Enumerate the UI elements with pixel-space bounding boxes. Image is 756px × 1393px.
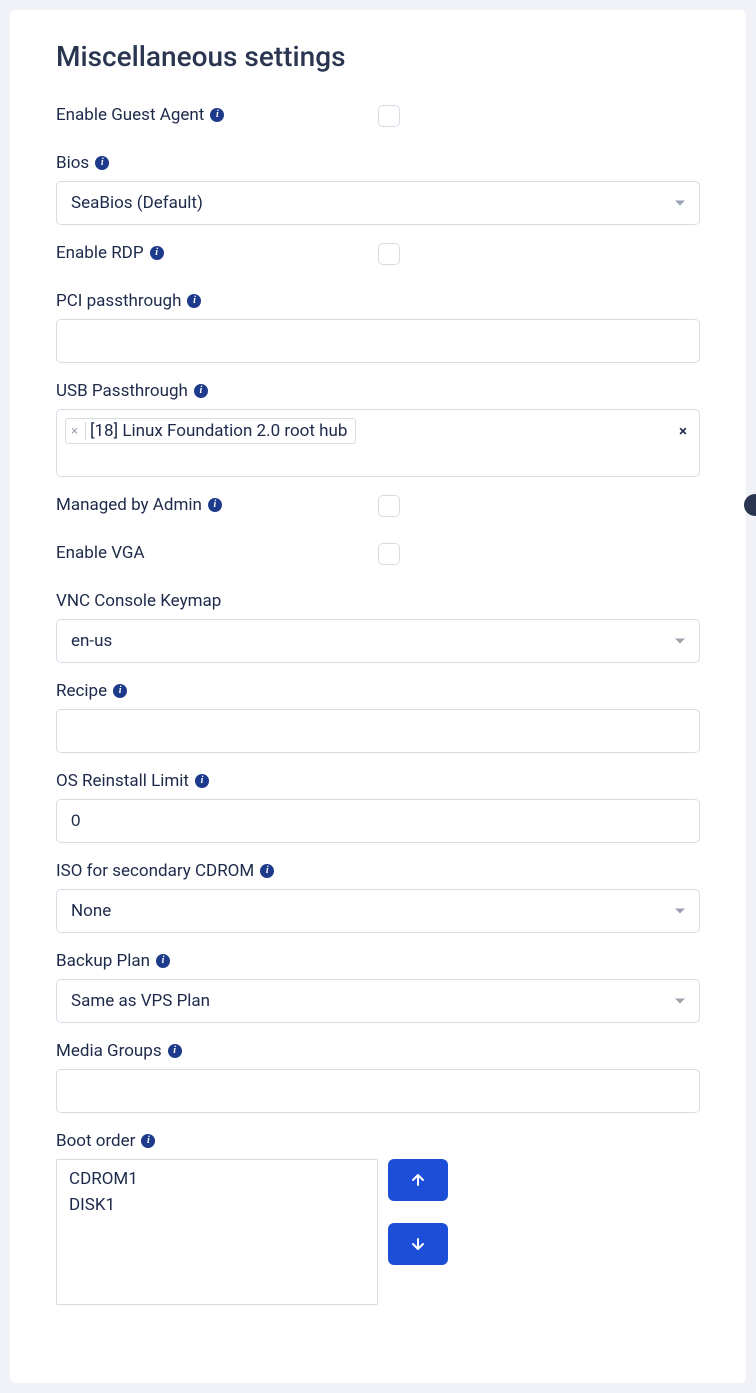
- media-label-text: Media Groups: [56, 1041, 162, 1061]
- chevron-down-icon: [675, 201, 685, 206]
- vnc-label-text: VNC Console Keymap: [56, 591, 221, 611]
- reinstall-label: OS Reinstall Limit i: [56, 771, 700, 791]
- bios-select-value: SeaBios (Default): [71, 193, 203, 213]
- pci-label-text: PCI passthrough: [56, 291, 181, 311]
- field-recipe: Recipe i: [56, 681, 700, 753]
- field-usb: USB Passthrough i × [18] Linux Foundatio…: [56, 381, 700, 477]
- boot-buttons: [388, 1159, 448, 1265]
- info-icon[interactable]: i: [210, 108, 224, 122]
- recipe-label: Recipe i: [56, 681, 700, 701]
- vnc-select-value: en-us: [71, 631, 112, 651]
- reinstall-label-text: OS Reinstall Limit: [56, 771, 189, 791]
- boot-item[interactable]: CDROM1: [57, 1166, 377, 1192]
- move-up-button[interactable]: [388, 1159, 448, 1201]
- info-icon[interactable]: i: [260, 864, 274, 878]
- managed-label: Managed by Admin i: [56, 495, 378, 515]
- settings-card: Miscellaneous settings Enable Guest Agen…: [10, 10, 746, 1383]
- chevron-down-icon: [675, 909, 685, 914]
- reinstall-input[interactable]: [56, 799, 700, 843]
- boot-list[interactable]: CDROM1 DISK1: [56, 1159, 378, 1305]
- backup-select[interactable]: Same as VPS Plan: [56, 979, 700, 1023]
- usb-tag-text: [18] Linux Foundation 2.0 root hub: [90, 421, 347, 441]
- chevron-down-icon: [675, 999, 685, 1004]
- rdp-checkbox[interactable]: [378, 243, 400, 265]
- iso-label: ISO for secondary CDROM i: [56, 861, 700, 881]
- field-boot: Boot order i CDROM1 DISK1: [56, 1131, 700, 1305]
- chevron-down-icon: [675, 639, 685, 644]
- vnc-label: VNC Console Keymap: [56, 591, 700, 611]
- guest-agent-label: Enable Guest Agent i: [56, 105, 378, 125]
- iso-select[interactable]: None: [56, 889, 700, 933]
- backup-label: Backup Plan i: [56, 951, 700, 971]
- pci-input[interactable]: [56, 319, 700, 363]
- info-icon[interactable]: i: [150, 246, 164, 260]
- arrow-down-icon: [410, 1236, 426, 1252]
- media-input[interactable]: [56, 1069, 700, 1113]
- managed-checkbox[interactable]: [378, 495, 400, 517]
- field-guest-agent: Enable Guest Agent i: [56, 105, 700, 127]
- guest-agent-checkbox[interactable]: [378, 105, 400, 127]
- remove-tag-icon[interactable]: ×: [68, 422, 86, 440]
- vga-checkbox[interactable]: [378, 543, 400, 565]
- rdp-label-text: Enable RDP: [56, 243, 144, 263]
- iso-select-value: None: [71, 901, 111, 921]
- info-icon[interactable]: i: [208, 498, 222, 512]
- backup-select-value: Same as VPS Plan: [71, 991, 210, 1011]
- field-bios: Bios i SeaBios (Default): [56, 153, 700, 225]
- field-reinstall: OS Reinstall Limit i: [56, 771, 700, 843]
- boot-item[interactable]: DISK1: [57, 1192, 377, 1218]
- field-media: Media Groups i: [56, 1041, 700, 1113]
- usb-tag: × [18] Linux Foundation 2.0 root hub: [65, 418, 356, 444]
- boot-label: Boot order i: [56, 1131, 700, 1151]
- iso-label-text: ISO for secondary CDROM: [56, 861, 254, 881]
- bios-label: Bios i: [56, 153, 700, 173]
- move-down-button[interactable]: [388, 1223, 448, 1265]
- media-label: Media Groups i: [56, 1041, 700, 1061]
- pci-label: PCI passthrough i: [56, 291, 700, 311]
- recipe-input[interactable]: [56, 709, 700, 753]
- boot-label-text: Boot order: [56, 1131, 135, 1151]
- info-icon[interactable]: i: [95, 156, 109, 170]
- usb-label: USB Passthrough i: [56, 381, 700, 401]
- managed-label-text: Managed by Admin: [56, 495, 202, 515]
- field-iso: ISO for secondary CDROM i None: [56, 861, 700, 933]
- page-title: Miscellaneous settings: [56, 40, 700, 73]
- usb-multiselect[interactable]: × [18] Linux Foundation 2.0 root hub ×: [56, 409, 700, 477]
- info-icon[interactable]: i: [113, 684, 127, 698]
- recipe-label-text: Recipe: [56, 681, 107, 701]
- clear-all-icon[interactable]: ×: [679, 422, 687, 440]
- guest-agent-label-text: Enable Guest Agent: [56, 105, 204, 125]
- bios-select[interactable]: SeaBios (Default): [56, 181, 700, 225]
- info-icon[interactable]: i: [194, 384, 208, 398]
- field-rdp: Enable RDP i: [56, 243, 700, 265]
- info-icon[interactable]: i: [168, 1044, 182, 1058]
- info-icon[interactable]: i: [156, 954, 170, 968]
- field-pci: PCI passthrough i: [56, 291, 700, 363]
- backup-label-text: Backup Plan: [56, 951, 150, 971]
- vnc-select[interactable]: en-us: [56, 619, 700, 663]
- info-icon[interactable]: i: [187, 294, 201, 308]
- field-managed: Managed by Admin i: [56, 495, 700, 517]
- info-icon[interactable]: i: [141, 1134, 155, 1148]
- field-vnc: VNC Console Keymap en-us: [56, 591, 700, 663]
- info-icon[interactable]: i: [195, 774, 209, 788]
- arrow-up-icon: [410, 1172, 426, 1188]
- field-backup: Backup Plan i Same as VPS Plan: [56, 951, 700, 1023]
- vga-label-text: Enable VGA: [56, 543, 145, 563]
- vga-label: Enable VGA: [56, 543, 378, 563]
- usb-label-text: USB Passthrough: [56, 381, 188, 401]
- rdp-label: Enable RDP i: [56, 243, 378, 263]
- field-vga: Enable VGA: [56, 543, 700, 565]
- boot-row: CDROM1 DISK1: [56, 1159, 700, 1305]
- bios-label-text: Bios: [56, 153, 89, 173]
